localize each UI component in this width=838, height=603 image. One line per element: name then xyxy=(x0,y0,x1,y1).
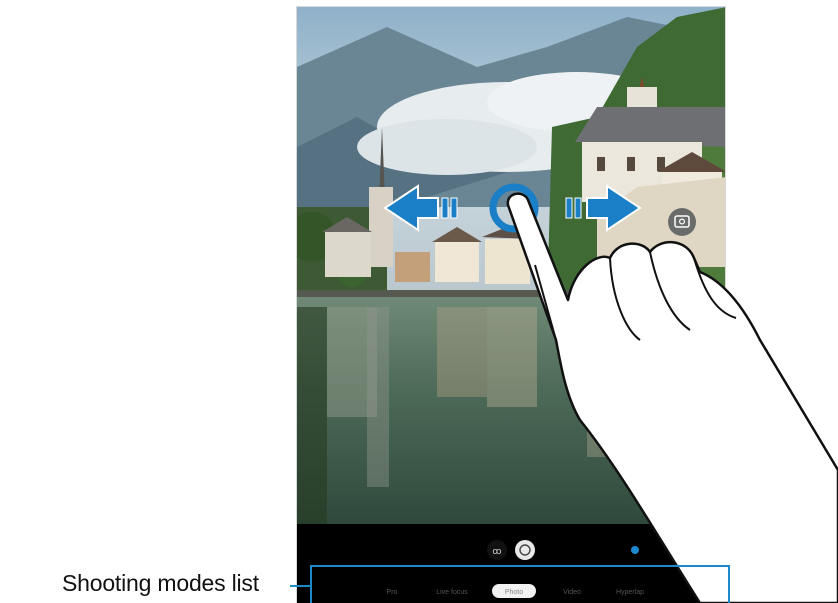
svg-text:ꝏ: ꝏ xyxy=(492,547,501,557)
shooting-modes-callout-label: Shooting modes list xyxy=(62,570,259,596)
scene-photo xyxy=(297,7,725,524)
gallery-preview-icon[interactable] xyxy=(631,546,639,554)
viewfinder[interactable] xyxy=(297,7,725,524)
camera-screen: ꝏ xyxy=(296,6,726,603)
callout-leader-line xyxy=(290,585,310,587)
effects-icon[interactable]: ꝏ xyxy=(487,540,507,560)
shooting-modes-list-frame xyxy=(310,565,730,603)
filter-icon[interactable] xyxy=(515,540,535,560)
